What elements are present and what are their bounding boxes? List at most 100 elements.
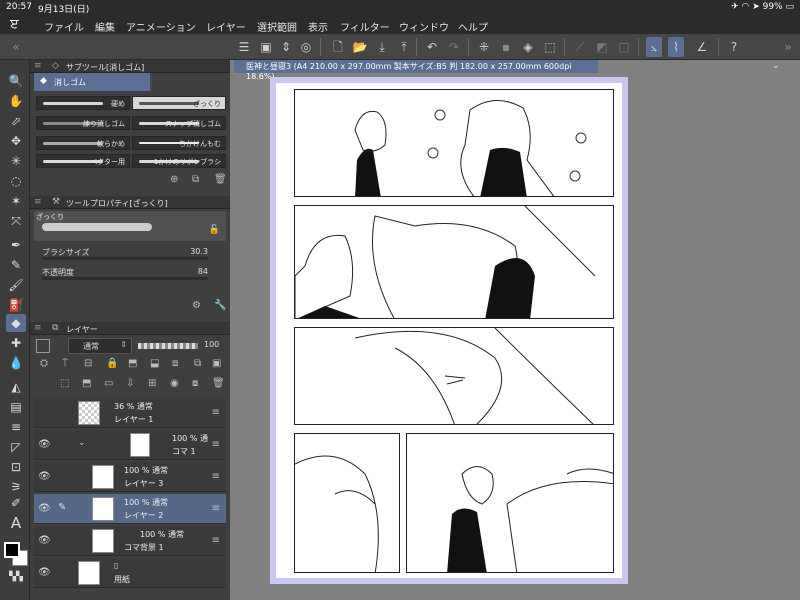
opacity-row[interactable]: 不透明度 84 [36,266,222,280]
layer-drag-handle-icon[interactable]: ≡ [212,439,220,450]
blend-tool-icon[interactable]: 💧 [6,354,26,372]
layer-row[interactable]: 👁 ⌄ 100 % 通 コマ 1 ≡ [34,430,226,460]
subtool-add-icon[interactable]: ⊕ [170,174,178,185]
app-logo-icon[interactable]: ੲ [10,17,28,33]
layer-row[interactable]: 👁 ▯ 用紙 [34,558,226,588]
new-raster-layer-icon[interactable]: ⬚ [60,378,69,389]
menu-edit[interactable]: 編集 [95,19,115,34]
text-tool-icon[interactable]: A [6,514,26,532]
mask-icon[interactable]: ⊞ [148,378,156,389]
collapse-right-icon[interactable]: » [780,39,796,55]
eye-icon[interactable]: 👁 [38,503,51,514]
menu-selection[interactable]: 選択範囲 [257,19,297,34]
opacity-slider[interactable] [42,277,208,280]
new-folder-icon[interactable]: ▭ [104,378,113,389]
chevron-down-icon[interactable]: ⌄ [772,60,780,71]
grip-icon[interactable]: ≡ [34,61,42,71]
spiral-icon[interactable]: ◎ [298,39,314,55]
layer-drag-handle-icon[interactable]: ≡ [212,535,220,546]
wrench-settings-icon[interactable]: 🔧 [214,300,226,311]
canvas-area[interactable]: 医神と昼寝3 (A4 210.00 x 297.00mm 製本サイズ:B5 判 … [230,60,800,600]
zoom-tool-icon[interactable]: 🔍 [6,72,26,90]
layer-color-icon[interactable]: ▣ [212,358,221,369]
auto-select-tool-icon[interactable]: ✶ [6,192,26,210]
brush-size-row[interactable]: ブラシサイズ 30.3 [36,246,222,260]
layer-tool-2-icon[interactable]: ⍑ [62,358,68,369]
lasso-tool-icon[interactable]: ◌ [6,172,26,190]
menu-view[interactable]: 表示 [308,19,328,34]
transparent-color-icon[interactable]: ▚▚ [6,568,26,586]
operation-tool-icon[interactable]: ⬀ [6,112,26,130]
brush-tool-icon[interactable]: 🖌 [6,276,26,294]
airbrush-tool-icon[interactable]: ⛽ [6,296,26,314]
ruler-tool-icon[interactable]: ⊡ [6,458,26,476]
grip-icon[interactable]: ≡ [34,323,42,333]
subtool-item-soft[interactable]: 軟らかめ [36,136,130,150]
stepper-icon[interactable]: ⇕ [278,39,294,55]
layer-drag-handle-icon[interactable]: ≡ [212,503,220,514]
collapse-left-icon[interactable]: « [8,39,24,55]
hand-tool-icon[interactable]: ✋ [6,92,26,110]
figure-tool-icon[interactable]: ≡ [6,418,26,436]
layer-drag-handle-icon[interactable]: ≡ [212,407,220,418]
new-file-icon[interactable]: 🗋 [330,39,346,55]
new-canvas-icon[interactable]: ▣ [258,39,274,55]
snap-icon[interactable]: ∠ [694,39,710,55]
menu-window[interactable]: ウィンドウ [399,19,449,34]
merge-icon[interactable]: ⇩ [126,378,134,389]
layer-delete-icon[interactable]: 🗑 [212,378,225,389]
folder-expand-icon[interactable]: ⌄ [78,438,86,448]
menu-layer[interactable]: レイヤー [206,19,246,34]
main-color-swatch[interactable] [4,542,20,558]
tone-toggle-icon[interactable]: ◩ [594,39,610,55]
settings-icon[interactable]: ⚙ [192,300,201,311]
layer-row[interactable]: 36 % 通常 レイヤー 1 ≡ [34,398,226,428]
new-vector-layer-icon[interactable]: ⬒ [82,378,91,389]
document-tab[interactable]: 医神と昼寝3 (A4 210.00 x 297.00mm 製本サイズ:B5 判 … [234,60,598,81]
menu-animation[interactable]: アニメーション [126,19,196,34]
blend-mode-select[interactable]: 通常 ⇕ [68,338,132,354]
lock-icon[interactable]: 🔓 [209,225,220,235]
subtool-item-kneaded[interactable]: 練り消しゴム [36,116,130,130]
layer-lock-icon[interactable]: 🔒 [106,358,118,369]
subtool-item-rough[interactable]: ざっくり [132,96,226,110]
decoration-tool-icon[interactable]: ✚ [6,334,26,352]
pencil-tool-icon[interactable]: ✎ [6,256,26,274]
subtool-item-ribbon[interactable]: 1かけのリボンブラシ [132,154,226,168]
fill-tool-icon[interactable]: ◭ [6,378,26,396]
open-folder-icon[interactable]: 📂 [352,39,368,55]
subtool-delete-icon[interactable]: 🗑 [214,174,227,185]
layer-drag-handle-icon[interactable]: ≡ [212,471,220,482]
layer-row[interactable]: 👁 ✎ 100 % 通常 レイヤー 2 ≡ [34,494,226,524]
menu-file[interactable]: ファイル [44,19,84,34]
transform-icon[interactable]: ⬚ [542,39,558,55]
layer-tool-5-icon[interactable]: ⬒ [128,358,137,369]
undo-icon[interactable]: ↶ [424,39,440,55]
subtool-panel-header[interactable]: ≡ ◇ サブツール[消しゴム] [30,60,230,73]
subtool-group-tab[interactable]: ◆ 消しゴム [34,73,150,91]
frame-border-tool-icon[interactable]: ◸ [6,438,26,456]
pen-tool-icon[interactable]: ✒ [6,236,26,254]
export-icon[interactable]: ⤒ [396,39,412,55]
select-all-icon[interactable]: ⁜ [476,39,492,55]
toolprop-panel-header[interactable]: ≡ ⚒ ツールプロパティ[ざっくり] [30,196,230,209]
blend-square-icon[interactable] [36,339,50,353]
layer-opacity-slider[interactable] [138,343,198,349]
grip-icon[interactable]: ≡ [34,197,42,207]
eye-icon[interactable]: 👁 [38,535,51,546]
fill-icon[interactable]: ◈ [520,39,536,55]
frame-toggle-icon[interactable]: □ [616,39,632,55]
layer-tool-3-icon[interactable]: ⊟ [84,358,92,369]
deselect-icon[interactable]: ▪ [498,39,514,55]
menu-help[interactable]: ヘルプ [458,19,488,34]
stabilizer-icon[interactable]: ⦣ [646,37,662,57]
subtool-item-sparkle[interactable]: ちかけんもむ [132,136,226,150]
layer-row[interactable]: 👁 100 % 通常 レイヤー 3 ≡ [34,462,226,492]
eye-icon[interactable]: 👁 [38,567,51,578]
layer-tool-8-icon[interactable]: ⧉ [194,358,201,369]
manga-page[interactable] [276,83,622,578]
line-correction-tool-icon[interactable]: ✐ [6,494,26,512]
pen-pressure-icon[interactable]: ⌇ [668,37,684,57]
save-icon[interactable]: ⤓ [374,39,390,55]
menu-filter[interactable]: フィルター [340,19,390,34]
